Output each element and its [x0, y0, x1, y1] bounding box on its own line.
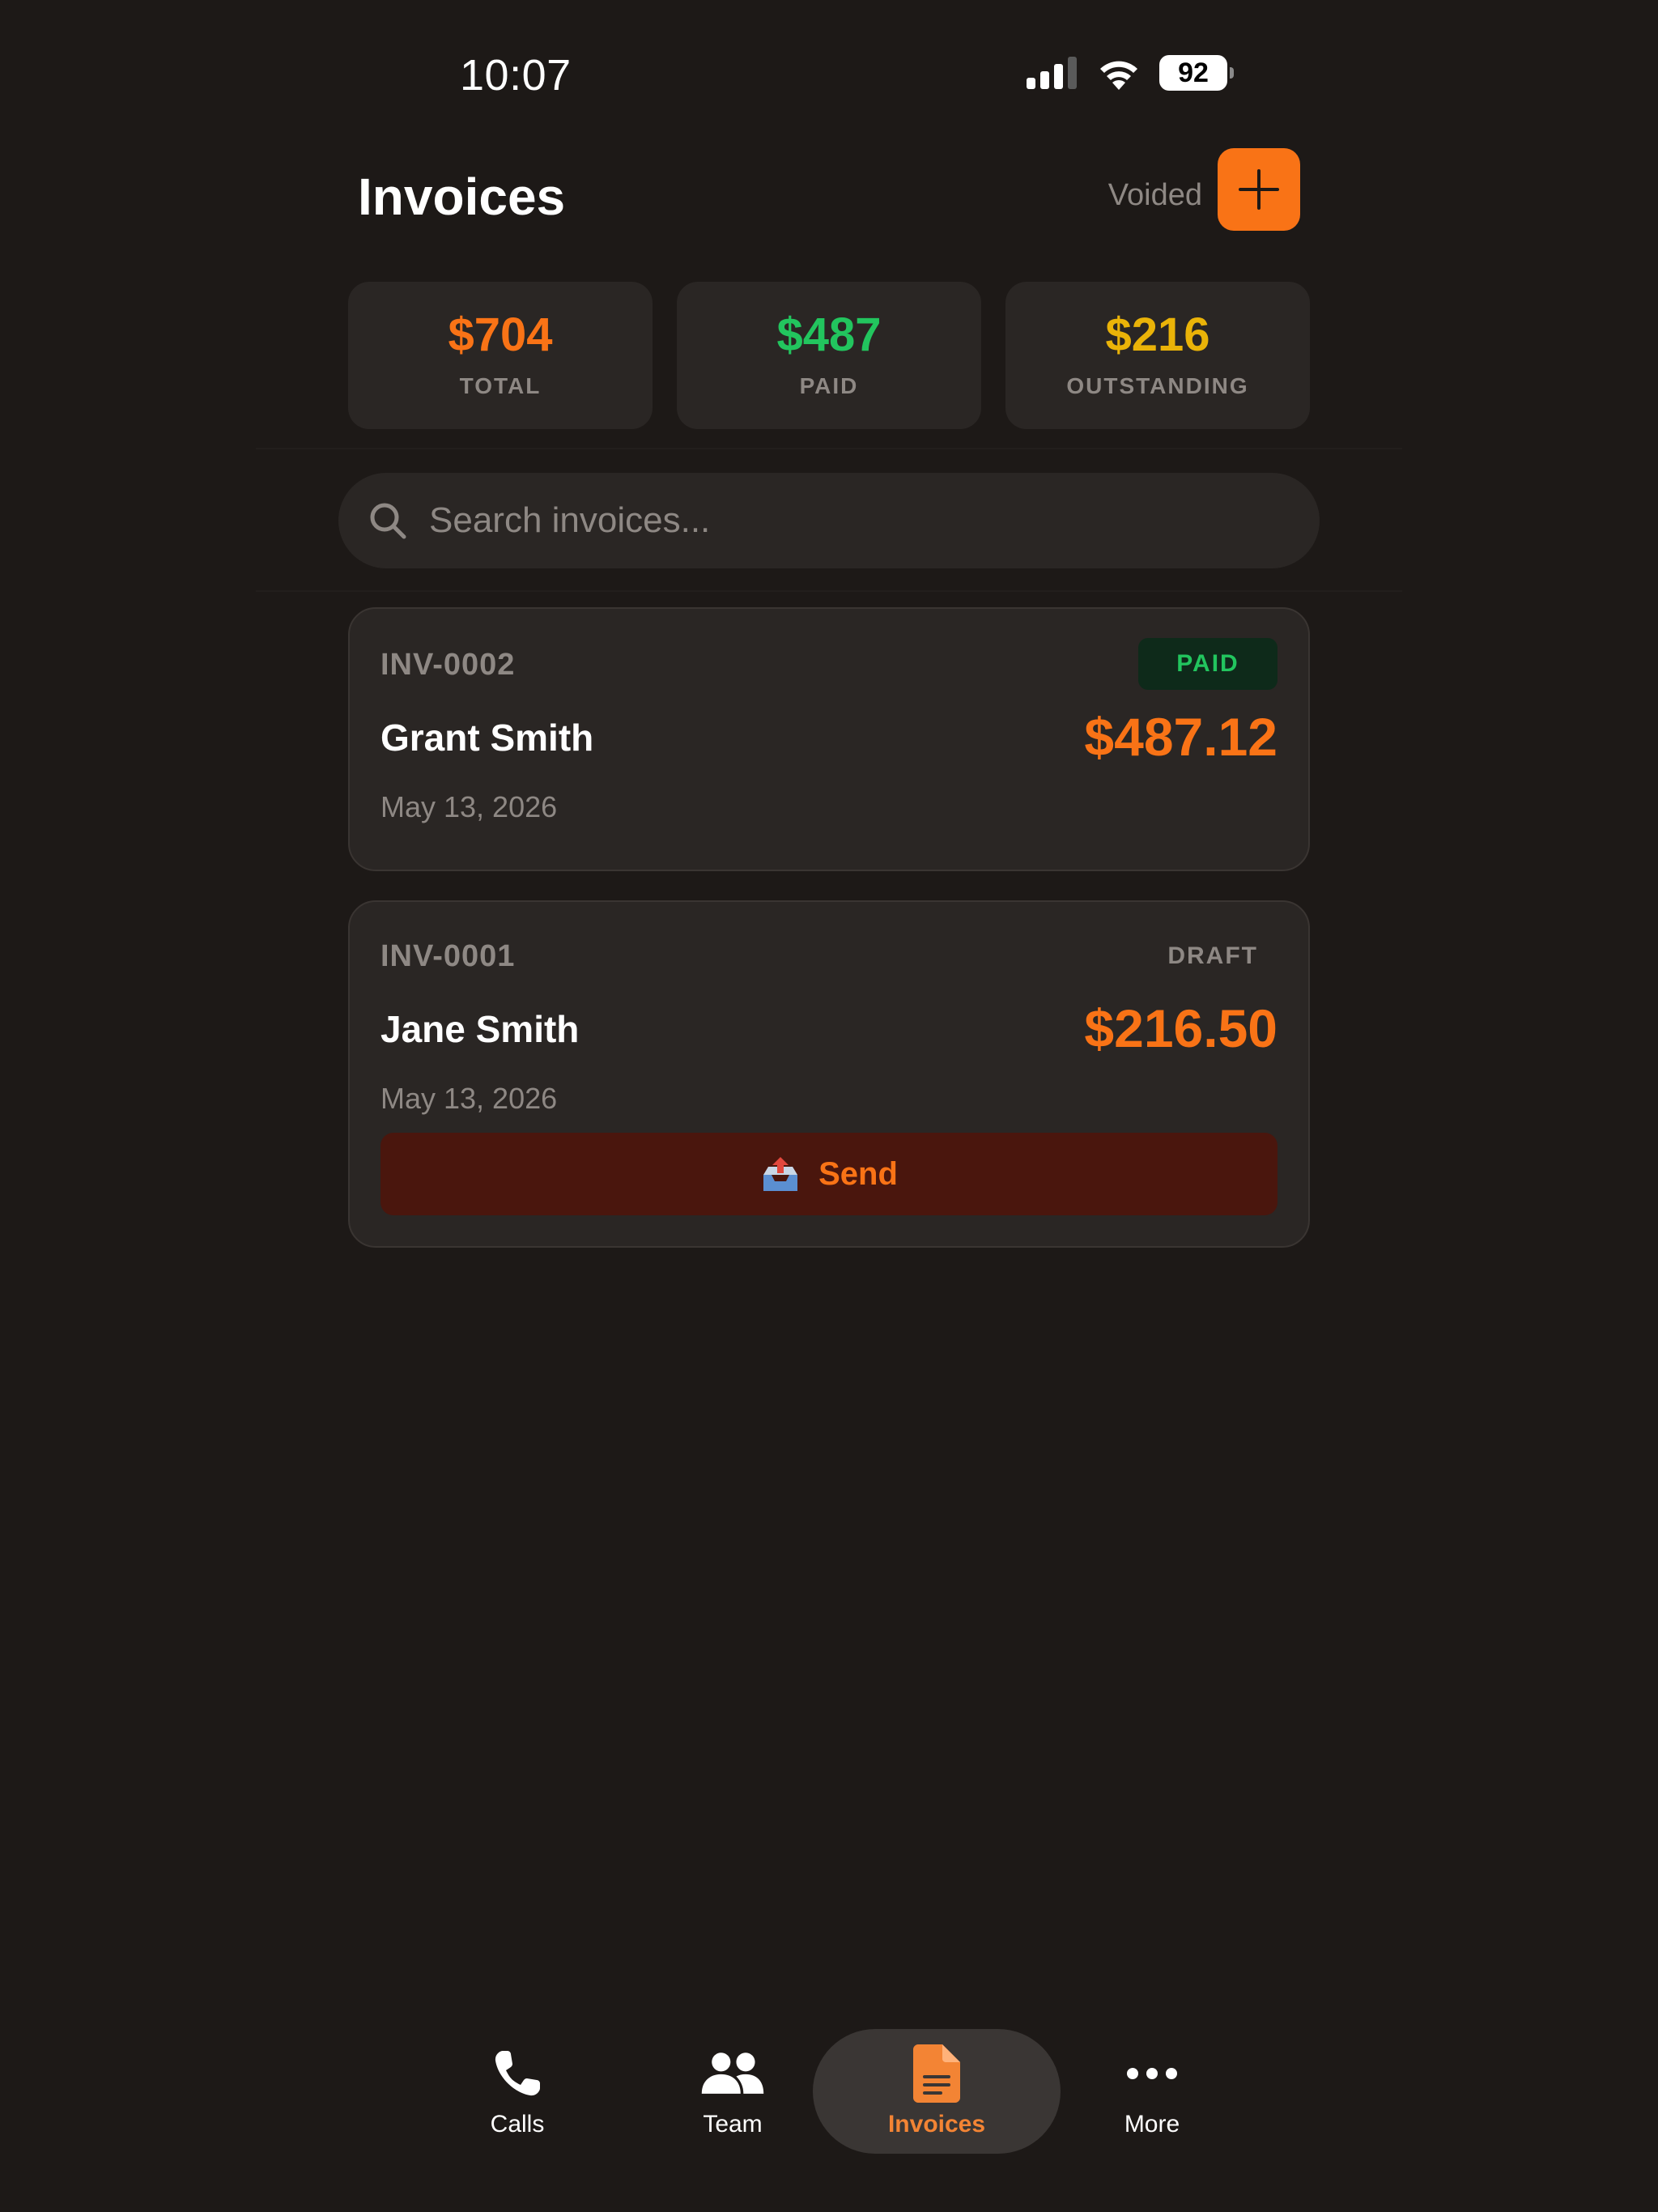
battery-indicator: 92	[1159, 55, 1234, 91]
client-name: Grant Smith	[380, 717, 594, 759]
status-icons: 92	[1027, 55, 1234, 91]
status-time: 10:07	[460, 51, 572, 100]
divider	[256, 590, 1402, 592]
status-bar: 10:07 92	[321, 0, 1337, 146]
invoice-number: INV-0001	[380, 939, 516, 973]
page-title: Invoices	[358, 168, 566, 226]
stat-label: TOTAL	[459, 373, 542, 398]
cellular-signal-icon	[1027, 57, 1077, 89]
team-icon	[701, 2052, 764, 2094]
tab-calls[interactable]: Calls	[393, 2029, 641, 2154]
summary-stats: $704 TOTAL $487 PAID $216 OUTSTANDING	[348, 282, 1310, 429]
wifi-icon	[1100, 61, 1137, 90]
tab-label: Team	[703, 2111, 763, 2138]
voided-filter-button[interactable]: Voided	[1108, 178, 1202, 213]
app-screen: 10:07 92 Invoices Voided $704 TOTAL $487…	[0, 0, 1658, 2212]
invoice-amount: $487.12	[1084, 707, 1278, 767]
stat-value: $704	[448, 308, 553, 361]
header: Invoices Voided	[321, 146, 1337, 243]
client-name: Jane Smith	[380, 1008, 580, 1050]
stat-label: OUTSTANDING	[1066, 373, 1249, 398]
search-bar[interactable]	[338, 473, 1320, 568]
stat-value: $216	[1105, 308, 1210, 361]
more-icon	[1127, 2068, 1177, 2079]
outbox-tray-icon	[763, 1157, 798, 1191]
search-input[interactable]	[429, 473, 1320, 568]
stat-card-total: $704 TOTAL	[348, 282, 653, 429]
search-icon	[370, 503, 406, 539]
invoice-card[interactable]: INV-0001 DRAFT Jane Smith $216.50 May 13…	[348, 900, 1310, 1248]
bottom-tab-bar: Calls Team Invoices More	[321, 2024, 1337, 2162]
send-invoice-button[interactable]: Send	[380, 1133, 1278, 1215]
invoice-amount: $216.50	[1084, 998, 1278, 1058]
send-button-label: Send	[818, 1155, 898, 1192]
document-icon	[913, 2044, 960, 2103]
tab-more[interactable]: More	[1028, 2029, 1276, 2154]
battery-level: 92	[1178, 57, 1209, 88]
status-badge: PAID	[1138, 638, 1278, 690]
stat-value: $487	[776, 308, 882, 361]
invoice-card[interactable]: INV-0002 PAID Grant Smith $487.12 May 13…	[348, 607, 1310, 871]
tab-invoices[interactable]: Invoices	[813, 2029, 1061, 2154]
tab-label: Calls	[490, 2111, 545, 2138]
invoice-number: INV-0002	[380, 648, 516, 682]
add-invoice-button[interactable]	[1218, 148, 1300, 231]
status-badge: DRAFT	[1167, 942, 1258, 969]
stat-card-paid: $487 PAID	[677, 282, 981, 429]
tab-label: More	[1124, 2111, 1180, 2138]
invoice-date: May 13, 2026	[380, 1082, 558, 1115]
plus-icon	[1239, 169, 1279, 210]
divider	[256, 448, 1402, 449]
stat-label: PAID	[799, 373, 859, 398]
content-column: 10:07 92 Invoices Voided $704 TOTAL $487…	[256, 0, 1402, 2212]
invoice-date: May 13, 2026	[380, 790, 558, 823]
stat-card-outstanding: $216 OUTSTANDING	[1005, 282, 1310, 429]
tab-label: Invoices	[887, 2111, 986, 2138]
phone-icon	[495, 2051, 540, 2096]
